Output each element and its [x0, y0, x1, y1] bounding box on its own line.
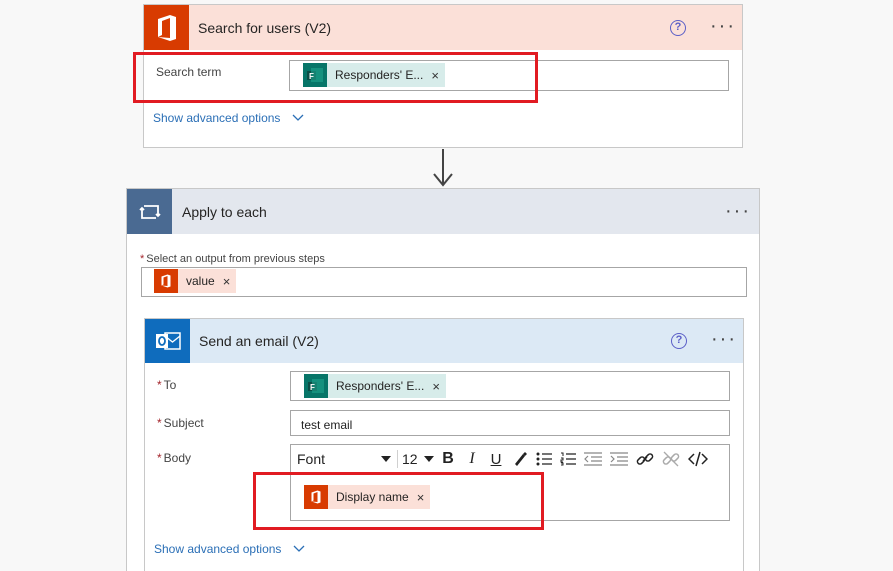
send-email-header[interactable]: Send an email (V2): [145, 319, 743, 363]
help-icon[interactable]: ?: [671, 333, 687, 349]
token-label: value: [186, 274, 215, 288]
increase-indent-icon[interactable]: [606, 448, 632, 470]
to-label: * To: [157, 378, 176, 392]
label-text: To: [163, 378, 177, 392]
underline-button[interactable]: U: [484, 448, 508, 470]
insert-link-icon[interactable]: [632, 448, 658, 470]
show-advanced-options-link[interactable]: Show advanced options: [153, 111, 304, 125]
highlight-body-token: [253, 472, 544, 530]
loop-icon: [127, 189, 172, 234]
remove-token-icon[interactable]: ×: [223, 274, 237, 289]
office-icon: [144, 5, 189, 50]
outlook-icon: [145, 319, 190, 363]
subject-label: * Subject: [157, 416, 204, 430]
value-token[interactable]: value ×: [154, 269, 237, 293]
help-icon[interactable]: ?: [670, 20, 686, 36]
chevron-down-icon: [292, 114, 304, 121]
decrease-indent-icon[interactable]: [580, 448, 606, 470]
required-marker: *: [157, 451, 162, 465]
show-advanced-options-link[interactable]: Show advanced options: [154, 542, 305, 556]
required-marker: *: [140, 253, 145, 265]
office-icon: [154, 269, 178, 293]
label-text: Subject: [163, 416, 204, 430]
link-label: Show advanced options: [153, 111, 281, 125]
forms-icon: F: [304, 374, 328, 398]
remove-link-icon[interactable]: [658, 448, 684, 470]
caret-down-icon: [381, 456, 391, 462]
card-title: Apply to each: [182, 203, 267, 220]
label-text: Select an output from previous steps: [146, 253, 325, 265]
chevron-down-icon: [293, 545, 305, 552]
body-label: * Body: [157, 451, 191, 465]
apply-to-each-header[interactable]: Apply to each: [127, 189, 759, 234]
more-options-icon[interactable]: ···: [711, 329, 737, 349]
search-users-header[interactable]: Search for users (V2): [144, 5, 742, 50]
highlight-search-term: [133, 52, 538, 103]
more-options-icon[interactable]: ···: [710, 16, 736, 36]
caret-down-icon: [424, 456, 434, 462]
svg-text:F: F: [310, 383, 315, 392]
send-email-card: Send an email (V2) ? ··· * To F Responder…: [144, 318, 744, 571]
rich-text-toolbar: Font 12 B I U: [293, 446, 712, 472]
italic-button[interactable]: I: [460, 448, 484, 470]
subject-value: test email: [301, 418, 353, 432]
font-color-icon[interactable]: [508, 448, 532, 470]
font-select-value: Font: [297, 451, 326, 467]
font-size-select[interactable]: 12: [400, 448, 436, 470]
numbered-list-icon[interactable]: [556, 448, 580, 470]
card-title: Search for users (V2): [198, 19, 332, 36]
bullet-list-icon[interactable]: [532, 448, 556, 470]
token-label: Responders' E...: [336, 379, 425, 393]
font-select[interactable]: Font: [293, 448, 395, 470]
label-text: Body: [163, 451, 192, 465]
select-output-label: * Select an output from previous steps: [140, 253, 325, 265]
toolbar-divider: [397, 450, 398, 468]
required-marker: *: [157, 416, 162, 430]
to-token[interactable]: F Responders' E... ×: [304, 374, 446, 398]
bold-button[interactable]: B: [436, 448, 460, 470]
card-title: Send an email (V2): [199, 333, 319, 349]
link-label: Show advanced options: [154, 542, 282, 556]
remove-token-icon[interactable]: ×: [432, 379, 446, 394]
more-options-icon[interactable]: ···: [725, 201, 751, 221]
code-view-icon[interactable]: [684, 448, 712, 470]
subject-input[interactable]: test email: [290, 410, 730, 436]
required-marker: *: [157, 378, 162, 392]
font-size-value: 12: [402, 451, 418, 467]
